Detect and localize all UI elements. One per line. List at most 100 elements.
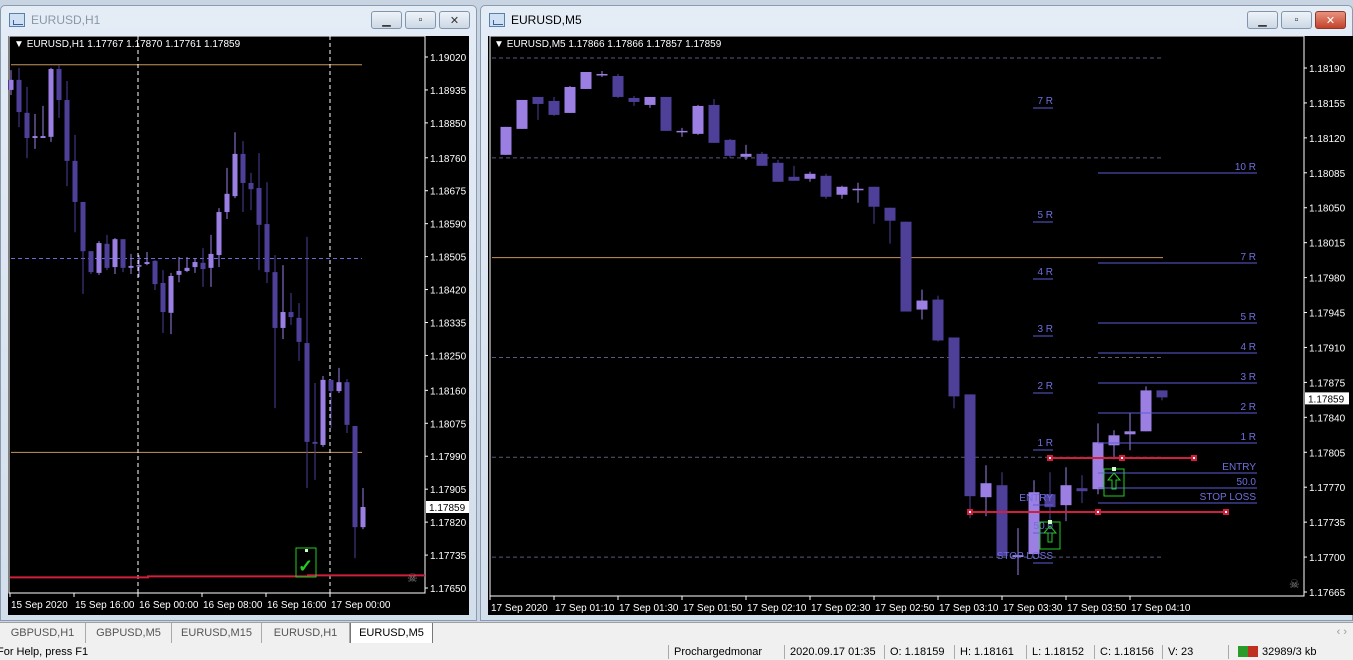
candle-body — [152, 260, 158, 285]
candle-body — [516, 99, 528, 129]
tab-eurusd-m15[interactable]: EURUSD,M15 — [172, 623, 262, 643]
candle-body — [224, 193, 230, 213]
y-tick-label: 1.17735 — [430, 551, 467, 562]
candle-body — [1124, 431, 1136, 435]
x-tick-label: 17 Sep 01:30 — [619, 603, 679, 614]
window-titlebar[interactable]: EURUSD,M5 ▁ ▫ ✕ — [481, 6, 1352, 34]
y-tick-label: 1.17910 — [1309, 343, 1346, 354]
price-chart-h1[interactable]: ✓ 1.19020 1.18935 1.18850 1.18760 1.18675 1.18… — [8, 36, 469, 615]
tab-eurusd-m5[interactable]: EURUSD,M5 — [350, 623, 433, 644]
y-tick-label: 1.18335 — [430, 319, 467, 330]
candle-body — [304, 343, 310, 442]
candle-body — [612, 75, 624, 97]
candle-body — [256, 188, 262, 225]
candle-body — [564, 86, 576, 113]
candle-body — [56, 69, 62, 101]
candle-body — [88, 251, 94, 273]
candle-body — [344, 382, 350, 425]
trade2-level-label: 7 R — [1240, 252, 1256, 263]
candle-body — [836, 186, 848, 195]
skull-icon: ☠ — [1289, 577, 1300, 591]
y-tick-label: 1.18050 — [1309, 204, 1346, 215]
y-tick-label: 1.17945 — [1309, 309, 1346, 320]
candle-body — [628, 97, 640, 102]
trade2-level-label: 50.0 — [1237, 477, 1257, 488]
candle-body — [1156, 390, 1168, 398]
y-tick-label: 1.17820 — [430, 518, 467, 529]
candle-body — [72, 160, 78, 202]
chart-window-icon — [489, 13, 505, 27]
order-handle-dot — [1193, 457, 1195, 459]
tab-gbpusd-h1[interactable]: GBPUSD,H1 — [0, 623, 86, 643]
y-tick-label: 1.17905 — [430, 485, 467, 496]
candle-body — [580, 71, 592, 89]
status-close: C: 1.18156 — [1100, 646, 1154, 658]
connection-bars-icon[interactable] — [1238, 646, 1258, 657]
tab-eurusd-h1[interactable]: EURUSD,H1 — [262, 623, 350, 643]
trade1-level-label: 2 R — [1037, 381, 1053, 392]
minimize-button[interactable]: ▁ — [371, 11, 402, 29]
close-button[interactable]: ✕ — [439, 11, 470, 29]
candle-body — [208, 253, 214, 268]
candle-body — [996, 485, 1008, 557]
status-volume: V: 23 — [1168, 646, 1194, 658]
minimize-button[interactable]: ▁ — [1247, 11, 1278, 29]
x-tick-label: 16 Sep 08:00 — [203, 600, 263, 611]
order-handle-dot — [969, 511, 971, 513]
y-tick-label: 1.18190 — [1309, 64, 1346, 75]
close-button[interactable]: ✕ — [1315, 11, 1346, 29]
status-datetime: 2020.09.17 01:35 — [790, 646, 876, 658]
candle-body — [184, 267, 190, 271]
candle-body — [900, 221, 912, 312]
y-tick-label: 1.18015 — [1309, 239, 1346, 250]
candle-body — [948, 337, 960, 397]
trade1-level-label: STOP LOSS — [997, 551, 1054, 562]
candle-body — [48, 69, 54, 137]
candle-body — [336, 382, 342, 392]
x-tick-label: 17 Sep 03:50 — [1067, 603, 1127, 614]
tab-gbpusd-m5[interactable]: GBPUSD,M5 — [86, 623, 172, 643]
window-titlebar[interactable]: EURUSD,H1 ▁ ▫ ✕ — [1, 6, 476, 34]
candle-body — [264, 224, 270, 273]
x-tick-label: 17 Sep 01:50 — [683, 603, 743, 614]
y-tick-label: 1.17770 — [1309, 483, 1346, 494]
checkmark-icon: ✓ — [298, 556, 313, 576]
trade2-level-label: 5 R — [1240, 312, 1256, 323]
x-tick-label: 17 Sep 02:30 — [811, 603, 871, 614]
candle-body — [112, 239, 118, 268]
candle-body — [288, 312, 294, 318]
candle-body — [804, 173, 816, 179]
collapse-triangle-icon[interactable]: ▼ — [14, 39, 24, 50]
candle-body — [596, 73, 608, 76]
order-handle-dot — [1097, 511, 1099, 513]
candle-body — [756, 153, 768, 166]
y-tick-label: 1.18850 — [430, 119, 467, 130]
chart-area[interactable]: ✓ 1.19020 1.18935 1.18850 1.18760 1.18675 1.18… — [8, 36, 469, 615]
y-tick-label: 1.19020 — [430, 53, 467, 64]
collapse-triangle-icon[interactable]: ▼ — [494, 39, 504, 50]
chart-header[interactable]: ▼ EURUSD,M5 1.17866 1.17866 1.17857 1.17… — [494, 39, 721, 50]
candle-body — [1108, 435, 1120, 446]
chart-area[interactable]: 7 R 5 R 4 R 3 R 2 R 1 R ENTRY 50.0 STOP LOSS 10 R… — [488, 36, 1353, 615]
candle-body — [820, 175, 832, 197]
trade1-level-label: ENTRY — [1019, 493, 1053, 504]
candle-body — [548, 100, 560, 115]
status-low: L: 1.18152 — [1032, 646, 1084, 658]
candle-body — [232, 153, 238, 197]
up-arrow-icon — [1106, 472, 1122, 490]
maximize-button[interactable]: ▫ — [405, 11, 436, 29]
maximize-button[interactable]: ▫ — [1281, 11, 1312, 29]
candle-body — [160, 282, 166, 313]
chart-header[interactable]: ▼ EURUSD,H1 1.17767 1.17870 1.17761 1.17… — [14, 39, 240, 50]
candle-body — [1060, 485, 1072, 506]
y-tick-label: 1.18675 — [430, 187, 467, 198]
price-chart-m5[interactable]: 7 R 5 R 4 R 3 R 2 R 1 R ENTRY 50.0 STOP LOSS 10 R… — [488, 36, 1353, 615]
y-tick-label: 1.17805 — [1309, 448, 1346, 459]
tab-scroll-arrows[interactable]: ‹ › — [1337, 626, 1347, 638]
current-price-label: 1.17859 — [429, 503, 466, 514]
status-traffic: 32989/3 kb — [1262, 646, 1317, 658]
ohlc-readout: EURUSD,H1 1.17767 1.17870 1.17761 1.1785… — [26, 39, 241, 50]
candle-body — [980, 483, 992, 498]
x-tick-label: 16 Sep 16:00 — [267, 600, 327, 611]
y-tick-label: 1.18250 — [430, 351, 467, 362]
